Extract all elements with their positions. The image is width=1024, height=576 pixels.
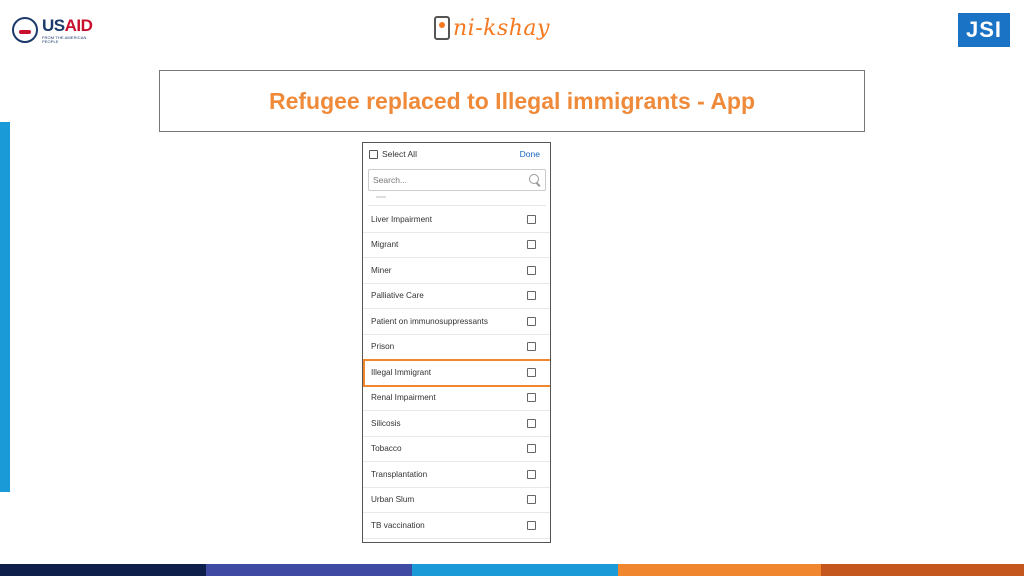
usaid-seal-icon (12, 17, 38, 43)
list-item-label: Tobacco (371, 444, 402, 454)
list-item[interactable]: Miner (363, 258, 550, 284)
title-box: Refugee replaced to Illegal immigrants -… (159, 70, 865, 132)
list-item-checkbox[interactable] (527, 495, 536, 505)
list-item-label: Transplantation (371, 469, 428, 479)
list-item-label: Urban Slum (371, 495, 415, 505)
list-item-label: Miner (371, 265, 392, 275)
usaid-tagline: FROM THE AMERICAN PEOPLE (42, 34, 87, 44)
usaid-wordmark: USAID (42, 15, 93, 35)
search-icon[interactable] (529, 174, 541, 186)
list-item[interactable]: Transplantation (363, 462, 550, 488)
list-item-label: TB vaccination (371, 520, 425, 530)
list-item[interactable]: Renal Impairment (363, 386, 550, 411)
list-item-checkbox[interactable] (527, 444, 536, 454)
list-item[interactable]: Prison (363, 335, 550, 360)
list-item-label: Palliative Care (371, 291, 424, 301)
list-item-label: Migrant (371, 240, 399, 250)
list-item-checkbox[interactable] (527, 214, 536, 224)
app-topbar: Select All Done (363, 143, 550, 165)
list-item[interactable]: Palliative Care (363, 284, 550, 309)
list-item[interactable]: Liver Impairment (363, 207, 550, 233)
list-item-label: Illegal Immigrant (371, 367, 432, 377)
list-item[interactable]: Patient on immunosuppressants (363, 309, 550, 335)
list-item[interactable]: Silicosis (363, 411, 550, 437)
search-box (368, 169, 546, 191)
usaid-logo: USAID FROM THE AMERICAN PEOPLE (12, 14, 102, 46)
footer-segment (412, 564, 618, 576)
list-item-checkbox[interactable] (527, 418, 536, 428)
list-item-label: Prison (371, 342, 395, 352)
list-item-label: Patient on immunosuppressants (371, 316, 488, 326)
list-item-checkbox[interactable] (527, 265, 536, 275)
app-screenshot: Select All Done Liver Impairment Migrant… (362, 142, 551, 543)
footer-segment (206, 564, 412, 576)
list-item-checkbox[interactable] (527, 367, 536, 377)
list-item-highlighted[interactable]: Illegal Immigrant (363, 359, 550, 387)
list-item-label: Renal Impairment (371, 393, 436, 403)
list-item-checkbox[interactable] (527, 342, 536, 352)
list-item[interactable]: Urban Slum (363, 488, 550, 513)
list-item-checkbox[interactable] (527, 316, 536, 326)
list-item-checkbox[interactable] (527, 393, 536, 403)
list-item-checkbox[interactable] (527, 291, 536, 301)
footer-segment (618, 564, 821, 576)
nikshay-logo: ni-kshay (434, 10, 566, 46)
option-list: Liver Impairment Migrant Miner Palliativ… (363, 207, 550, 539)
partial-list-item (368, 196, 546, 206)
list-item-checkbox[interactable] (527, 469, 536, 479)
nikshay-wordmark: ni-kshay (453, 15, 550, 41)
left-accent-bar (0, 122, 10, 492)
footer-color-bar (0, 564, 1024, 576)
list-item[interactable]: Tobacco (363, 437, 550, 462)
nikshay-phone-icon (434, 16, 450, 40)
jsi-logo: JSI (958, 13, 1010, 47)
slide-title: Refugee replaced to Illegal immigrants -… (268, 87, 756, 114)
list-item[interactable]: TB vaccination (363, 513, 550, 539)
done-button[interactable]: Done (520, 149, 540, 159)
list-item-checkbox[interactable] (527, 240, 536, 250)
list-item[interactable]: Migrant (363, 233, 550, 258)
footer-segment (0, 564, 206, 576)
select-all-checkbox[interactable] (369, 149, 378, 159)
list-item-label: Silicosis (371, 418, 401, 428)
list-item-label: Liver Impairment (371, 214, 432, 224)
list-item-checkbox[interactable] (527, 520, 536, 530)
footer-segment (821, 564, 1024, 576)
select-all-label[interactable]: Select All (382, 149, 520, 159)
search-input[interactable] (373, 175, 523, 185)
